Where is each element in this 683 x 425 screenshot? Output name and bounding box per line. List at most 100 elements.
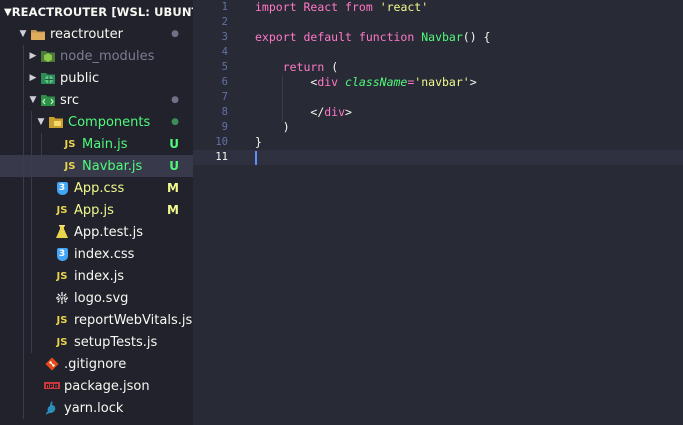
text-cursor (255, 151, 257, 165)
function-name: Navbar (421, 30, 463, 44)
indent-guide (23, 89, 24, 111)
yarn-icon (44, 400, 60, 416)
file-tree: ▼ reactrouter ● ▶ node_modules ▶ public … (0, 23, 193, 419)
indent-guide (31, 111, 32, 133)
chevron-down-icon[interactable]: ▼ (26, 89, 40, 111)
indent-guide (23, 375, 24, 397)
indent-guide (31, 287, 32, 309)
indent-guide (31, 155, 32, 177)
punctuation: </ (310, 105, 325, 119)
indent-guide (23, 243, 24, 265)
jsx-tag: div (324, 105, 346, 119)
css-icon: 3 (54, 180, 70, 196)
indent-guide (31, 199, 32, 221)
line-number: 3 (221, 31, 228, 43)
tree-item-logo-svg[interactable]: SVG logo.svg (0, 287, 193, 309)
public-folder-icon (40, 70, 56, 86)
tree-item-label: package.json (64, 378, 150, 394)
keyword: default (303, 30, 352, 44)
indent-guide (23, 265, 24, 287)
indent-guide (23, 199, 24, 221)
indent-guide (23, 177, 24, 199)
tree-item-label: yarn.lock (64, 400, 124, 416)
tree-item-app-test-js[interactable]: App.test.js (0, 221, 193, 243)
indent-guide (23, 45, 24, 67)
tree-item-yarn-lock[interactable]: yarn.lock (0, 397, 193, 419)
line-number-active: 11 (215, 151, 228, 163)
tree-item-label: index.js (74, 268, 125, 284)
code-line-1: import React from 'react' (255, 0, 428, 14)
tree-item-public[interactable]: ▶ public (0, 67, 193, 89)
tree-item-package-json[interactable]: package.json (0, 375, 193, 397)
indent-guide (23, 331, 24, 353)
tree-item-reactrouter[interactable]: ▼ reactrouter ● (0, 23, 193, 45)
line-number: 7 (221, 91, 228, 103)
tree-item-label: .gitignore (64, 356, 127, 372)
git-icon (44, 356, 60, 372)
js-icon: JS (64, 138, 76, 150)
tree-item-setuptests-js[interactable]: JS setupTests.js (0, 331, 193, 353)
tree-item-label: logo.svg (74, 290, 129, 306)
tree-item-label: node_modules (60, 48, 155, 64)
indent-guide (41, 133, 42, 155)
tree-item-src[interactable]: ▼ src ● (0, 89, 193, 111)
tree-item-index-css[interactable]: 3 index.css (0, 243, 193, 265)
indent-guide (31, 331, 32, 353)
line-number: 6 (221, 76, 228, 88)
chevron-right-icon[interactable]: ▶ (26, 67, 40, 89)
code-line-10: } (255, 135, 262, 149)
status-badge: ● (171, 95, 179, 105)
explorer-header[interactable]: ▼ REACTROUTER [WSL: UBUNTU] (0, 0, 193, 24)
folder-icon (30, 26, 46, 42)
indent-guide (41, 155, 42, 177)
identifier: React (303, 0, 339, 14)
chevron-down-icon[interactable]: ▼ (34, 111, 48, 133)
code-line-9: ) (255, 120, 290, 134)
line-number: 9 (221, 121, 228, 133)
punctuation: ) (282, 120, 290, 134)
tree-item-navbar-js[interactable]: JS Navbar.js U (0, 155, 193, 177)
line-number: 8 (221, 106, 228, 118)
chevron-down-icon[interactable]: ▼ (4, 7, 12, 18)
chevron-down-icon[interactable]: ▼ (16, 23, 30, 45)
tree-item-index-js[interactable]: JS index.js (0, 265, 193, 287)
chevron-right-icon[interactable]: ▶ (26, 45, 40, 67)
css-icon: 3 (54, 246, 70, 262)
tree-item-app-js[interactable]: JS App.js M (0, 199, 193, 221)
indent-guide (23, 67, 24, 89)
tree-item-app-css[interactable]: 3 App.css M (0, 177, 193, 199)
line-number: 5 (221, 61, 228, 73)
tree-item-label: index.css (74, 246, 135, 262)
tree-item-gitignore[interactable]: .gitignore (0, 353, 193, 375)
indent-guide (31, 133, 32, 155)
tree-item-main-js[interactable]: JS Main.js U (0, 133, 193, 155)
indent-guide (23, 221, 24, 243)
status-badge: ● (171, 117, 179, 127)
code-line-5: return ( (255, 60, 338, 74)
string-literal: 'navbar' (414, 75, 470, 89)
js-icon: JS (56, 336, 68, 348)
tree-item-reportwebvitals-js[interactable]: JS reportWebVitals.js (0, 309, 193, 331)
tree-item-components[interactable]: ▼ Components ● (0, 111, 193, 133)
code-editor[interactable]: 1 2 3 4 5 6 7 8 9 10 11 import React fro… (193, 0, 683, 425)
tree-item-label: public (60, 70, 100, 86)
status-badge: U (169, 137, 179, 151)
indent-guide (31, 177, 32, 199)
status-badge: M (167, 181, 179, 195)
punctuation: () { (462, 30, 491, 44)
explorer-panel: ▼ REACTROUTER [WSL: UBUNTU] ▼ reactroute… (0, 0, 193, 425)
indent-guide (23, 353, 24, 375)
indent-guide (31, 243, 32, 265)
node-folder-icon (40, 48, 56, 64)
js-icon: JS (56, 204, 68, 216)
tree-item-label: App.test.js (74, 224, 144, 240)
test-js-icon (54, 224, 70, 240)
punctuation: > (345, 105, 352, 119)
line-number: 1 (221, 1, 228, 13)
vscode-window: ▼ REACTROUTER [WSL: UBUNTU] ▼ reactroute… (0, 0, 683, 425)
code-line-3: export default function Navbar() { (255, 30, 490, 44)
tree-item-node-modules[interactable]: ▶ node_modules (0, 45, 193, 67)
indent-guide (23, 111, 24, 133)
js-icon: JS (56, 314, 68, 326)
punctuation: ( (331, 60, 339, 74)
